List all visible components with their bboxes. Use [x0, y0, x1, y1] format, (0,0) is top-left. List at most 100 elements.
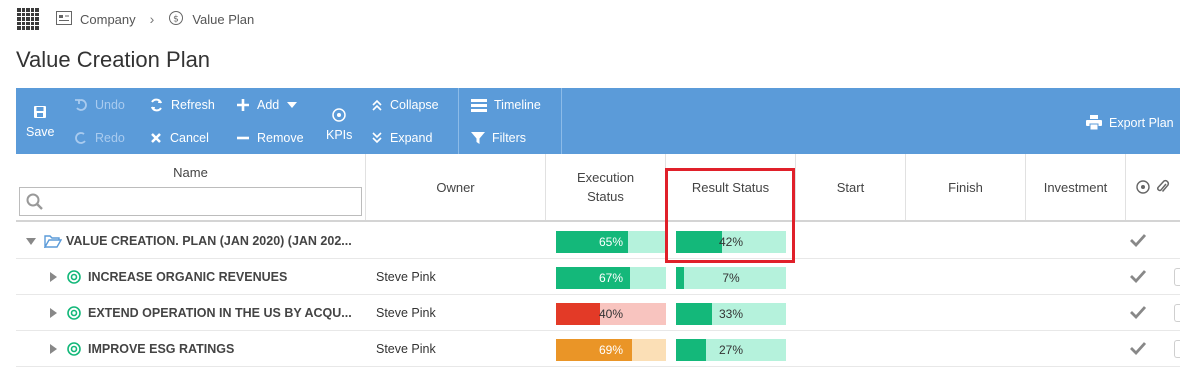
row-attachment-box[interactable]: [1174, 340, 1180, 358]
execution-status-value: 65%: [598, 235, 624, 249]
filters-button[interactable]: Filters: [471, 131, 526, 145]
execution-status-bar: 67%: [556, 267, 666, 289]
table-row[interactable]: VALUE CREATION. PLAN (JAN 2020) (JAN 202…: [16, 223, 1180, 259]
toolbar: Save Undo Redo Refresh Cancel Add Remove…: [16, 88, 1180, 154]
execution-status-bar: 65%: [556, 231, 666, 253]
check-icon: [1130, 234, 1146, 247]
expand-right-icon[interactable]: [50, 308, 57, 318]
execution-status-bar: 69%: [556, 339, 666, 361]
result-status-value: 27%: [718, 343, 744, 357]
execution-status-value: 40%: [598, 307, 624, 321]
remove-label: Remove: [257, 131, 304, 145]
expand-right-icon[interactable]: [50, 344, 57, 354]
row-name: IMPROVE ESG RATINGS: [88, 342, 235, 356]
goal-icon: [67, 342, 81, 356]
chevrons-up-icon: [372, 99, 382, 111]
folder-open-icon: [44, 235, 62, 248]
page-title: Value Creation Plan: [16, 47, 211, 72]
row-owner: Steve Pink: [376, 270, 436, 284]
name-search-input[interactable]: [19, 187, 362, 216]
printer-icon: [1086, 115, 1102, 130]
undo-button[interactable]: Undo: [74, 98, 125, 112]
table-row[interactable]: IMPROVE ESG RATINGS Steve Pink 69% 27%: [16, 331, 1180, 367]
table-header: Name Owner Execution Status Result Statu…: [16, 154, 1180, 222]
svg-text:$: $: [173, 14, 179, 24]
column-investment-label: Investment: [1043, 179, 1108, 195]
column-header-investment[interactable]: Investment: [1026, 154, 1126, 220]
plus-icon: [237, 99, 249, 111]
remove-button[interactable]: Remove: [236, 131, 304, 145]
column-name-label: Name: [173, 165, 208, 180]
result-status-value: 7%: [722, 271, 740, 285]
goal-icon: [67, 306, 81, 320]
column-header-start[interactable]: Start: [796, 154, 906, 220]
cancel-label: Cancel: [170, 131, 209, 145]
redo-button[interactable]: Redo: [74, 131, 125, 145]
check-icon: [1130, 270, 1146, 283]
result-status-bar: 27%: [676, 339, 786, 361]
row-owner: Steve Pink: [376, 342, 436, 356]
cancel-button[interactable]: Cancel: [149, 131, 209, 145]
column-header-icons: [1126, 154, 1180, 220]
table-row[interactable]: INCREASE ORGANIC REVENUES Steve Pink 67%…: [16, 259, 1180, 295]
result-status-value: 33%: [718, 307, 744, 321]
row-attachment-box[interactable]: [1174, 304, 1180, 322]
caret-down-icon: [287, 102, 298, 108]
expand-down-icon[interactable]: [26, 238, 36, 245]
expand-right-icon[interactable]: [50, 272, 57, 282]
filters-label: Filters: [492, 131, 527, 145]
kpis-button[interactable]: KPIs: [326, 108, 352, 142]
app-grid-icon[interactable]: [17, 8, 39, 30]
timeline-label: Timeline: [494, 98, 541, 112]
column-owner-label: Owner: [436, 179, 475, 195]
row-name: VALUE CREATION. PLAN (JAN 2020) (JAN 202…: [66, 234, 352, 248]
collapse-button[interactable]: Collapse: [371, 98, 439, 112]
chevron-right-icon: ›: [149, 11, 155, 27]
result-status-highlight: [665, 168, 795, 263]
filter-icon: [471, 132, 485, 144]
chevrons-down-icon: [372, 132, 382, 144]
paperclip-icon[interactable]: [1156, 179, 1170, 195]
column-header-finish[interactable]: Finish: [906, 154, 1026, 220]
column-header-execution-status[interactable]: Execution Status: [546, 154, 666, 220]
expand-button[interactable]: Expand: [371, 131, 432, 145]
save-label: Save: [26, 125, 55, 139]
export-plan-button[interactable]: Export Plan: [1086, 115, 1174, 130]
refresh-icon: [151, 98, 162, 112]
execution-status-value: 69%: [598, 343, 624, 357]
result-status-bar: 33%: [676, 303, 786, 325]
undo-icon: [75, 99, 87, 111]
row-attachment-box[interactable]: [1174, 268, 1180, 286]
check-icon: [1130, 306, 1146, 319]
target-icon[interactable]: [1136, 180, 1150, 194]
result-status-bar: 7%: [676, 267, 786, 289]
timeline-icon: [471, 98, 487, 112]
goal-icon: [67, 270, 81, 284]
table-row[interactable]: EXTEND OPERATION IN THE US BY ACQU... St…: [16, 295, 1180, 331]
timeline-button[interactable]: Timeline: [471, 98, 541, 112]
save-button[interactable]: Save: [26, 105, 55, 139]
execution-status-bar: 40%: [556, 303, 666, 325]
redo-label: Redo: [95, 131, 125, 145]
collapse-label: Collapse: [390, 98, 439, 112]
close-icon: [151, 133, 161, 143]
search-icon: [26, 193, 43, 210]
row-name: INCREASE ORGANIC REVENUES: [88, 270, 288, 284]
breadcrumb-company[interactable]: Company: [80, 12, 136, 27]
save-icon: [34, 106, 47, 118]
export-plan-label: Export Plan: [1109, 115, 1174, 130]
add-button[interactable]: Add: [236, 98, 304, 112]
add-label: Add: [257, 98, 280, 112]
row-name: EXTEND OPERATION IN THE US BY ACQU...: [88, 306, 352, 320]
column-header-owner[interactable]: Owner: [366, 154, 546, 220]
breadcrumb: Company › $ Value Plan: [56, 10, 254, 28]
execution-status-value: 67%: [598, 271, 624, 285]
column-finish-label: Finish: [948, 179, 983, 195]
redo-icon: [75, 132, 86, 144]
minus-icon: [237, 136, 249, 140]
target-icon: [332, 108, 346, 122]
refresh-button[interactable]: Refresh: [149, 98, 215, 112]
undo-label: Undo: [95, 98, 125, 112]
column-start-label: Start: [836, 179, 865, 195]
breadcrumb-value-plan[interactable]: Value Plan: [192, 12, 254, 27]
